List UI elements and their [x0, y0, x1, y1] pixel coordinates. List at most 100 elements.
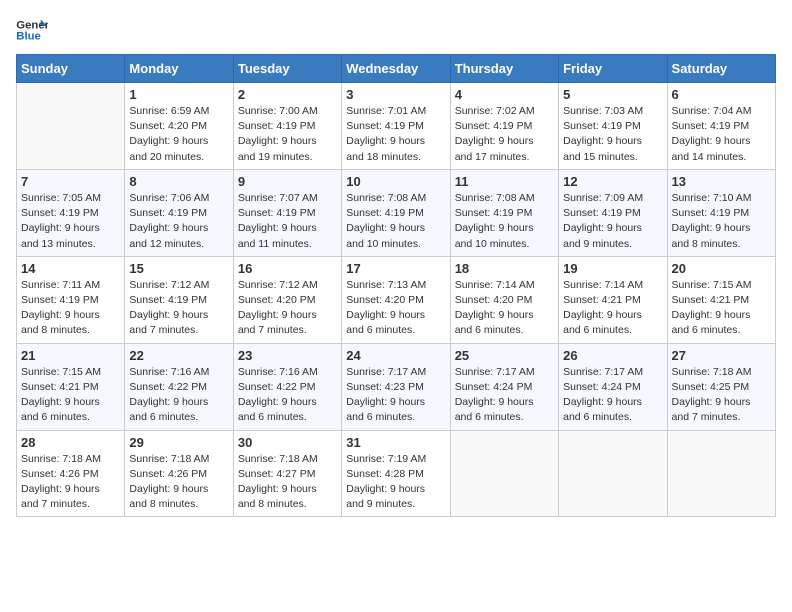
day-number: 29	[129, 435, 228, 450]
calendar-cell: 3Sunrise: 7:01 AM Sunset: 4:19 PM Daylig…	[342, 83, 450, 170]
page-header: General Blue	[16, 16, 776, 44]
calendar-header-monday: Monday	[125, 55, 233, 83]
day-number: 30	[238, 435, 337, 450]
day-info: Sunrise: 7:17 AM Sunset: 4:23 PM Dayligh…	[346, 365, 445, 426]
day-number: 10	[346, 174, 445, 189]
day-number: 15	[129, 261, 228, 276]
day-info: Sunrise: 7:03 AM Sunset: 4:19 PM Dayligh…	[563, 104, 662, 165]
calendar-header-saturday: Saturday	[667, 55, 775, 83]
day-info: Sunrise: 7:09 AM Sunset: 4:19 PM Dayligh…	[563, 191, 662, 252]
calendar-cell: 6 Sunrise: 7:04 AM Sunset: 4:19 PM Daylig…	[667, 83, 775, 170]
calendar-week-row: 1Sunrise: 6:59 AM Sunset: 4:20 PM Daylig…	[17, 83, 776, 170]
day-info: Sunrise: 7:14 AM Sunset: 4:21 PM Dayligh…	[563, 278, 662, 339]
calendar-week-row: 28 Sunrise: 7:18 AM Sunset: 4:26 PM Dayli…	[17, 430, 776, 517]
day-number: 21	[21, 348, 120, 363]
calendar-header-thursday: Thursday	[450, 55, 558, 83]
calendar-cell: 28 Sunrise: 7:18 AM Sunset: 4:26 PM Dayli…	[17, 430, 125, 517]
day-info: Sunrise: 7:12 AM Sunset: 4:20 PM Dayligh…	[238, 278, 337, 339]
calendar-cell: 19 Sunrise: 7:14 AM Sunset: 4:21 PM Dayli…	[559, 256, 667, 343]
day-info: Sunrise: 7:07 AM Sunset: 4:19 PM Dayligh…	[238, 191, 337, 252]
day-number: 18	[455, 261, 554, 276]
day-number: 9	[238, 174, 337, 189]
calendar-cell: 17Sunrise: 7:13 AM Sunset: 4:20 PM Dayli…	[342, 256, 450, 343]
day-number: 23	[238, 348, 337, 363]
day-number: 1	[129, 87, 228, 102]
calendar-cell: 13Sunrise: 7:10 AM Sunset: 4:19 PM Dayli…	[667, 169, 775, 256]
day-number: 24	[346, 348, 445, 363]
svg-text:Blue: Blue	[16, 31, 41, 43]
calendar-cell: 23 Sunrise: 7:16 AM Sunset: 4:22 PM Dayli…	[233, 343, 341, 430]
day-number: 3	[346, 87, 445, 102]
calendar-cell	[450, 430, 558, 517]
calendar-week-row: 21 Sunrise: 7:15 AM Sunset: 4:21 PM Dayli…	[17, 343, 776, 430]
day-info: Sunrise: 7:15 AM Sunset: 4:21 PM Dayligh…	[672, 278, 771, 339]
calendar-cell: 1Sunrise: 6:59 AM Sunset: 4:20 PM Daylig…	[125, 83, 233, 170]
calendar-header-row: SundayMondayTuesdayWednesdayThursdayFrid…	[17, 55, 776, 83]
day-number: 16	[238, 261, 337, 276]
day-info: Sunrise: 7:08 AM Sunset: 4:19 PM Dayligh…	[455, 191, 554, 252]
day-number: 6	[672, 87, 771, 102]
day-info: Sunrise: 7:08 AM Sunset: 4:19 PM Dayligh…	[346, 191, 445, 252]
calendar-cell: 30 Sunrise: 7:18 AM Sunset: 4:27 PM Dayli…	[233, 430, 341, 517]
day-number: 4	[455, 87, 554, 102]
calendar-cell: 25 Sunrise: 7:17 AM Sunset: 4:24 PM Dayli…	[450, 343, 558, 430]
calendar-cell: 9 Sunrise: 7:07 AM Sunset: 4:19 PM Daylig…	[233, 169, 341, 256]
day-number: 12	[563, 174, 662, 189]
day-number: 22	[129, 348, 228, 363]
day-info: Sunrise: 7:04 AM Sunset: 4:19 PM Dayligh…	[672, 104, 771, 165]
calendar-cell: 29 Sunrise: 7:18 AM Sunset: 4:26 PM Dayli…	[125, 430, 233, 517]
calendar-cell: 24 Sunrise: 7:17 AM Sunset: 4:23 PM Dayli…	[342, 343, 450, 430]
calendar-cell: 31 Sunrise: 7:19 AM Sunset: 4:28 PM Dayli…	[342, 430, 450, 517]
calendar-cell: 11 Sunrise: 7:08 AM Sunset: 4:19 PM Dayli…	[450, 169, 558, 256]
day-number: 11	[455, 174, 554, 189]
day-number: 5	[563, 87, 662, 102]
day-number: 19	[563, 261, 662, 276]
day-info: Sunrise: 7:16 AM Sunset: 4:22 PM Dayligh…	[238, 365, 337, 426]
day-number: 2	[238, 87, 337, 102]
day-number: 8	[129, 174, 228, 189]
day-info: Sunrise: 7:17 AM Sunset: 4:24 PM Dayligh…	[563, 365, 662, 426]
calendar-header-friday: Friday	[559, 55, 667, 83]
calendar-header-sunday: Sunday	[17, 55, 125, 83]
day-number: 31	[346, 435, 445, 450]
day-info: Sunrise: 7:11 AM Sunset: 4:19 PM Dayligh…	[21, 278, 120, 339]
calendar-cell	[667, 430, 775, 517]
day-info: Sunrise: 7:02 AM Sunset: 4:19 PM Dayligh…	[455, 104, 554, 165]
day-number: 25	[455, 348, 554, 363]
day-info: Sunrise: 7:00 AM Sunset: 4:19 PM Dayligh…	[238, 104, 337, 165]
calendar-cell: 14 Sunrise: 7:11 AM Sunset: 4:19 PM Dayli…	[17, 256, 125, 343]
calendar-cell	[17, 83, 125, 170]
day-info: Sunrise: 7:16 AM Sunset: 4:22 PM Dayligh…	[129, 365, 228, 426]
day-info: Sunrise: 7:12 AM Sunset: 4:19 PM Dayligh…	[129, 278, 228, 339]
calendar-table: SundayMondayTuesdayWednesdayThursdayFrid…	[16, 54, 776, 517]
calendar-cell: 21 Sunrise: 7:15 AM Sunset: 4:21 PM Dayli…	[17, 343, 125, 430]
calendar-week-row: 14 Sunrise: 7:11 AM Sunset: 4:19 PM Dayli…	[17, 256, 776, 343]
day-info: Sunrise: 7:15 AM Sunset: 4:21 PM Dayligh…	[21, 365, 120, 426]
day-number: 7	[21, 174, 120, 189]
calendar-cell: 12 Sunrise: 7:09 AM Sunset: 4:19 PM Dayli…	[559, 169, 667, 256]
day-number: 28	[21, 435, 120, 450]
logo: General Blue	[16, 16, 48, 44]
calendar-cell: 22 Sunrise: 7:16 AM Sunset: 4:22 PM Dayli…	[125, 343, 233, 430]
calendar-cell: 20Sunrise: 7:15 AM Sunset: 4:21 PM Dayli…	[667, 256, 775, 343]
day-number: 26	[563, 348, 662, 363]
day-number: 14	[21, 261, 120, 276]
day-info: Sunrise: 7:14 AM Sunset: 4:20 PM Dayligh…	[455, 278, 554, 339]
day-info: Sunrise: 7:19 AM Sunset: 4:28 PM Dayligh…	[346, 452, 445, 513]
day-info: Sunrise: 7:18 AM Sunset: 4:27 PM Dayligh…	[238, 452, 337, 513]
day-info: Sunrise: 7:18 AM Sunset: 4:26 PM Dayligh…	[21, 452, 120, 513]
day-number: 13	[672, 174, 771, 189]
calendar-header-tuesday: Tuesday	[233, 55, 341, 83]
day-info: Sunrise: 7:17 AM Sunset: 4:24 PM Dayligh…	[455, 365, 554, 426]
calendar-cell: 18 Sunrise: 7:14 AM Sunset: 4:20 PM Dayli…	[450, 256, 558, 343]
day-info: Sunrise: 7:18 AM Sunset: 4:26 PM Dayligh…	[129, 452, 228, 513]
calendar-cell: 5 Sunrise: 7:03 AM Sunset: 4:19 PM Daylig…	[559, 83, 667, 170]
day-number: 17	[346, 261, 445, 276]
calendar-cell: 7Sunrise: 7:05 AM Sunset: 4:19 PM Daylig…	[17, 169, 125, 256]
day-info: Sunrise: 7:18 AM Sunset: 4:25 PM Dayligh…	[672, 365, 771, 426]
calendar-week-row: 7Sunrise: 7:05 AM Sunset: 4:19 PM Daylig…	[17, 169, 776, 256]
calendar-cell: 26 Sunrise: 7:17 AM Sunset: 4:24 PM Dayli…	[559, 343, 667, 430]
calendar-cell: 15 Sunrise: 7:12 AM Sunset: 4:19 PM Dayli…	[125, 256, 233, 343]
calendar-cell: 4 Sunrise: 7:02 AM Sunset: 4:19 PM Daylig…	[450, 83, 558, 170]
calendar-cell: 10 Sunrise: 7:08 AM Sunset: 4:19 PM Dayli…	[342, 169, 450, 256]
